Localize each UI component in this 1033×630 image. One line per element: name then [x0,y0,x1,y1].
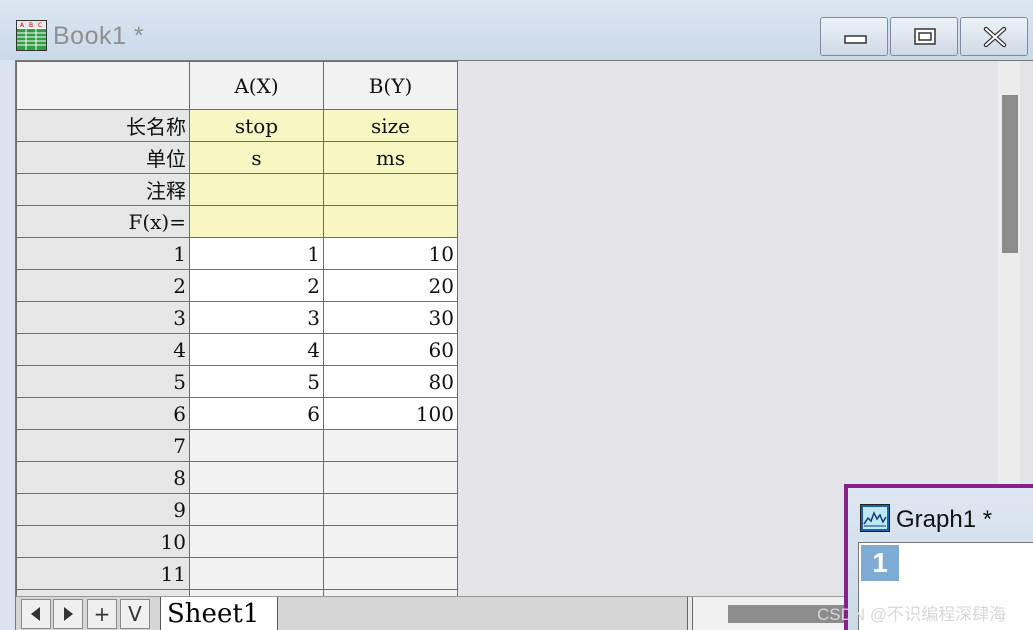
row-header[interactable]: 3 [16,301,190,334]
row-label-comments[interactable]: 注释 [16,173,190,206]
svg-text:C: C [38,22,42,29]
row-header[interactable]: 1 [16,237,190,270]
data-cell-a[interactable] [189,525,324,558]
data-cell-a[interactable]: 5 [189,365,324,398]
row-header[interactable]: 6 [16,397,190,430]
corner-cell[interactable] [16,61,190,110]
row-label-formula[interactable]: F(x)= [16,205,190,238]
comments-cell-b[interactable] [323,173,458,206]
data-cell-b[interactable]: 20 [323,269,458,302]
row-header[interactable]: 10 [16,525,190,558]
units-cell-b[interactable]: ms [323,141,458,174]
row-header[interactable]: 9 [16,493,190,526]
row-header[interactable]: 8 [16,461,190,494]
triangle-right-icon [64,607,73,621]
long-name-cell-b[interactable]: size [323,109,458,142]
data-cell-a[interactable]: 6 [189,397,324,430]
data-cell-a[interactable] [189,557,324,590]
row-header[interactable]: 2 [16,269,190,302]
row-label-long-name[interactable]: 长名称 [16,109,190,142]
data-cell-a[interactable]: 3 [189,301,324,334]
close-button[interactable] [960,17,1028,56]
graph-window-icon [860,504,890,532]
row-header[interactable]: 5 [16,365,190,398]
formula-cell-a[interactable] [189,205,324,238]
long-name-cell-a[interactable]: stop [189,109,324,142]
minimize-icon [844,35,867,44]
data-cell-a[interactable] [189,429,324,462]
add-sheet-button[interactable]: + [87,599,117,629]
minimize-button[interactable] [820,17,888,56]
data-cell-a[interactable]: 4 [189,333,324,366]
restore-icon [914,28,936,45]
layer-indicator[interactable]: 1 [861,545,899,581]
comments-cell-a[interactable] [189,173,324,206]
data-cell-b[interactable] [323,429,458,462]
svg-text:B: B [29,22,33,29]
data-cell-b[interactable]: 60 [323,333,458,366]
triangle-left-icon [31,607,40,621]
data-cell-a[interactable]: 1 [189,237,324,270]
data-cell-b[interactable]: 30 [323,301,458,334]
row-header[interactable]: 7 [16,429,190,462]
data-cell-b[interactable]: 80 [323,365,458,398]
data-cell-b[interactable] [323,525,458,558]
window-titlebar[interactable]: A B C Book1 * [0,0,1033,60]
watermark-text: CSDN @不识编程深肆海 [817,605,1007,624]
row-label-units[interactable]: 单位 [16,141,190,174]
units-cell-a[interactable]: s [189,141,324,174]
graph-window-title: Graph1 * [896,506,993,533]
data-cell-b[interactable]: 10 [323,237,458,270]
row-header[interactable]: 4 [16,333,190,366]
worksheet-grid[interactable]: A(X) B(Y) 长名称 stop size 单位 s ms 注释 F(x)=… [16,61,458,622]
vertical-scroll-thumb[interactable] [1002,95,1018,253]
data-cell-b[interactable] [323,461,458,494]
data-cell-a[interactable] [189,461,324,494]
close-icon [983,26,1007,48]
data-cell-b[interactable] [323,557,458,590]
formula-cell-b[interactable] [323,205,458,238]
window-title: Book1 * [53,22,145,50]
next-sheet-button[interactable] [53,599,83,629]
row-header[interactable]: 11 [16,557,190,590]
sheet-tab-active[interactable]: Sheet1 [160,597,278,630]
column-header-a[interactable]: A(X) [189,61,324,110]
worksheet-book-icon: A B C [16,20,47,51]
column-header-b[interactable]: B(Y) [323,61,458,110]
restore-button[interactable] [890,17,958,56]
data-cell-b[interactable] [323,493,458,526]
data-cell-a[interactable] [189,493,324,526]
data-cell-a[interactable]: 2 [189,269,324,302]
sheet-list-button[interactable]: V [120,599,150,629]
data-cell-b[interactable]: 100 [323,397,458,430]
previous-sheet-button[interactable] [21,599,51,629]
